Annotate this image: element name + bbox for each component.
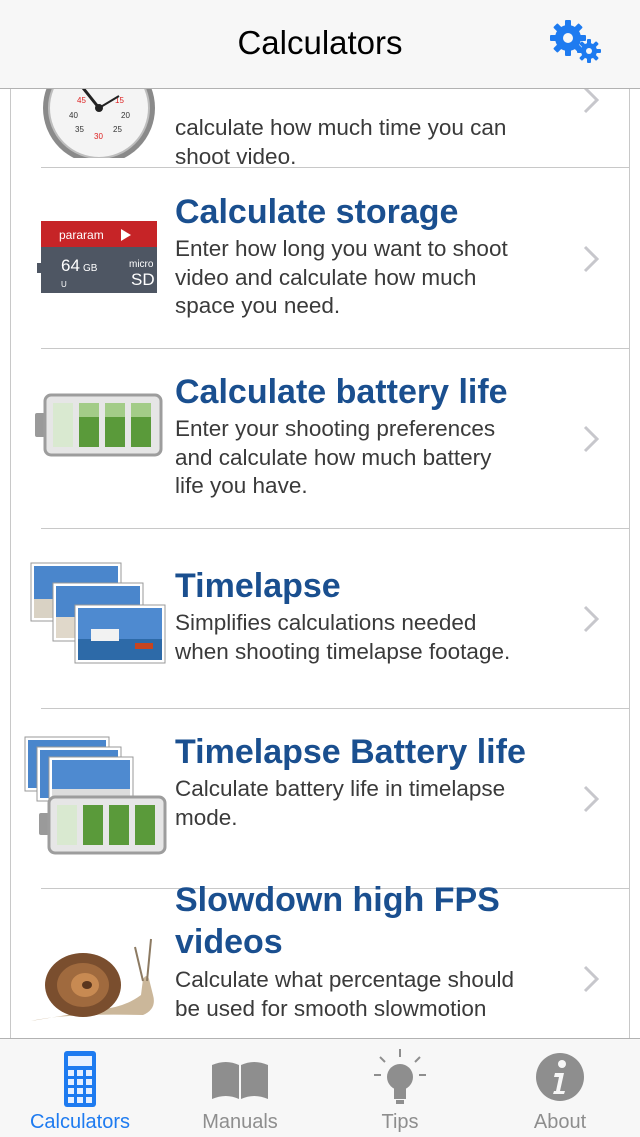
svg-text:25: 25 [113,125,122,134]
calculator-list[interactable]: 45 40 35 30 25 20 15 calculate how much … [10,88,630,1038]
chevron-right-icon [583,965,599,993]
svg-text:GB: GB [83,263,98,274]
svg-text:35: 35 [75,125,84,134]
list-item-slowdown-high-fps[interactable]: Slowdown high FPS videos Calculate what … [11,881,629,1038]
battery-icon [25,375,173,505]
svg-text:20: 20 [121,111,130,120]
row-description: Enter your shooting preferences and calc… [175,416,496,498]
row-title: Calculate battery life [175,373,508,411]
tab-tips[interactable]: Tips [320,1039,480,1137]
list-item-video-time[interactable]: 45 40 35 30 25 20 15 calculate how much … [11,88,629,169]
svg-text:30: 30 [94,132,103,141]
snail-icon [25,929,173,1038]
list-item-timelapse-battery-life[interactable]: Timelapse Battery life Calculate battery… [11,709,629,889]
photo-battery-icon [21,733,181,863]
settings-button[interactable] [548,18,604,66]
svg-text:SD: SD [131,270,155,289]
row-title: Calculate storage [175,193,459,231]
svg-text:pararam: pararam [59,228,104,242]
chevron-right-icon [583,245,599,273]
row-description: Enter how long you want to shoot video a… [175,236,508,318]
tab-label: Calculators [29,1111,131,1133]
lightbulb-icon [374,1049,426,1104]
svg-text:micro: micro [129,259,154,270]
tab-bar: Calculators Manuals Tips About [0,1038,640,1137]
row-description: Calculate battery life in timelapse mode… [175,776,506,830]
svg-text:64: 64 [61,256,80,275]
page-title: Calculators [237,24,403,61]
chevron-right-icon [583,605,599,633]
chevron-right-icon [583,88,599,114]
photo-stack-icon [25,559,173,689]
svg-text:U: U [61,280,67,289]
row-description: calculate how much time you can shoot vi… [175,115,507,169]
tab-label: Tips [381,1111,419,1133]
calculator-icon [64,1051,96,1107]
book-icon [212,1062,268,1099]
sd-card-icon: pararam 64 GB micro SD U [25,207,173,337]
stopwatch-icon: 45 40 35 30 25 20 15 [25,88,173,164]
tab-label: Manuals [202,1111,278,1133]
info-icon [536,1053,584,1101]
row-title: Slowdown high FPS videos [175,881,500,961]
row-description: Calculate what percentage should be used… [175,967,514,1021]
row-title: Timelapse Battery life [175,733,526,771]
row-description: Simplifies calculations needed when shoo… [175,610,511,664]
tab-about[interactable]: About [480,1039,640,1137]
tab-calculators[interactable]: Calculators [0,1039,160,1137]
chevron-right-icon [583,785,599,813]
svg-text:40: 40 [69,111,78,120]
list-item-timelapse[interactable]: Timelapse Simplifies calculations needed… [11,529,629,709]
gear-icon [550,20,601,63]
chevron-right-icon [583,425,599,453]
svg-text:45: 45 [77,96,86,105]
list-item-calculate-battery-life[interactable]: Calculate battery life Enter your shooti… [11,349,629,529]
list-item-calculate-storage[interactable]: pararam 64 GB micro SD U Calculate stora… [11,169,629,349]
row-title: Timelapse [175,567,341,605]
tab-label: About [533,1111,587,1133]
navigation-bar: Calculators [0,0,640,89]
tab-manuals[interactable]: Manuals [160,1039,320,1137]
